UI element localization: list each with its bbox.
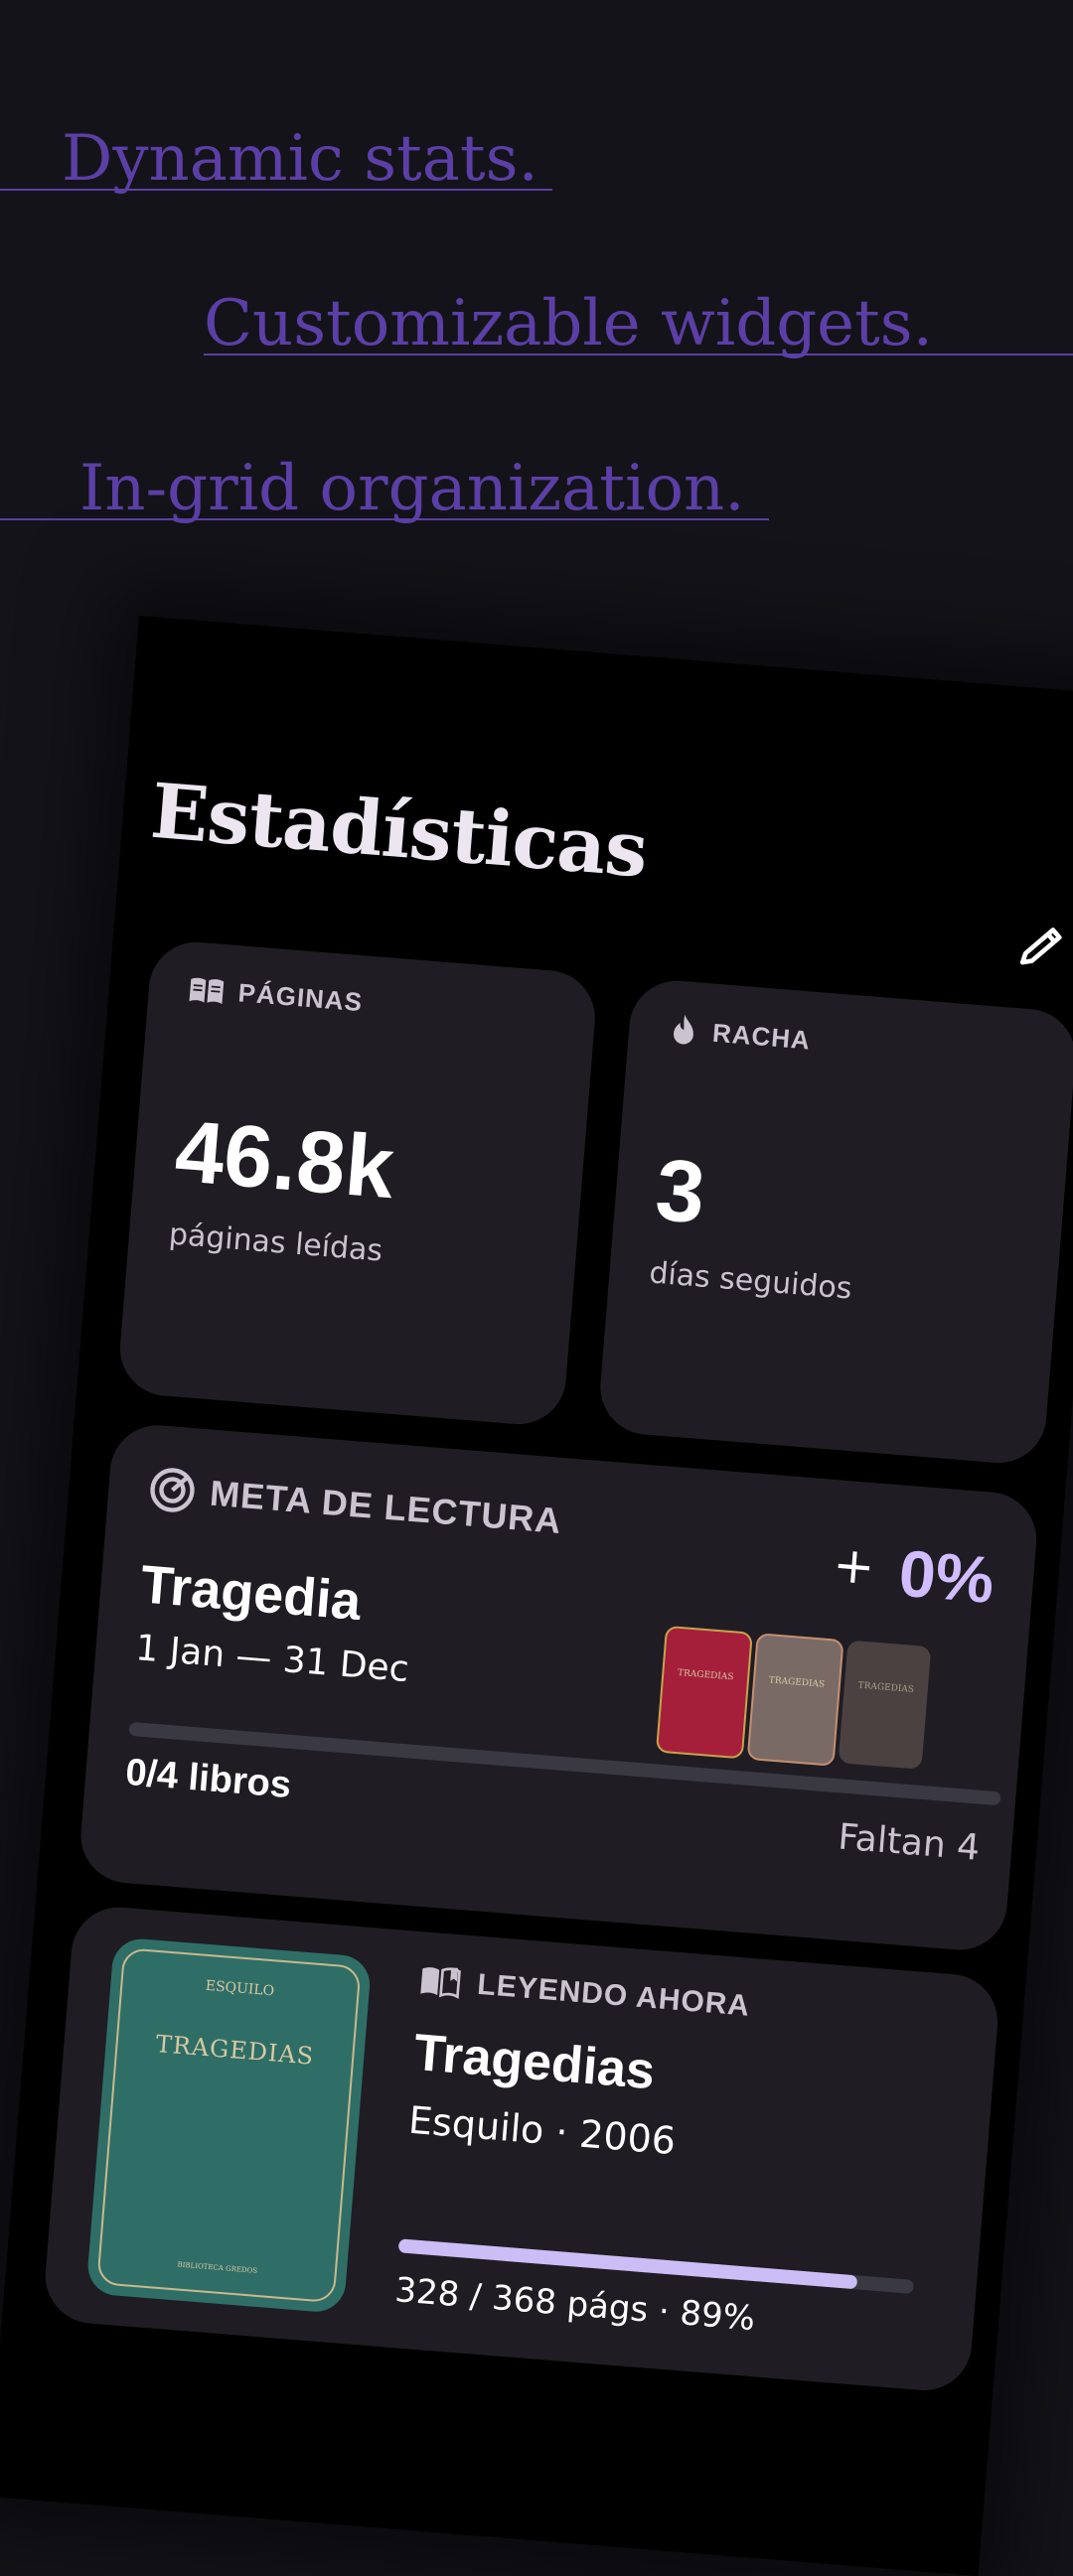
- reading-book-meta: Esquilo · 2006: [406, 2097, 678, 2164]
- streak-caption: días seguidos: [648, 1255, 853, 1307]
- pages-value: 46.8k: [171, 1100, 398, 1217]
- tagline-in-grid-organization: In-grid organization.: [79, 452, 745, 525]
- book-open-icon: [189, 977, 225, 1004]
- pages-label: PÁGINAS: [236, 977, 365, 1018]
- goal-remaining: Faltan 4: [836, 1816, 982, 1869]
- reading-goal-card[interactable]: META DE LECTURA + 0% Tragedia 1 Jan — 31…: [77, 1421, 1040, 1954]
- pages-caption: páginas leídas: [167, 1216, 384, 1269]
- goal-name: Tragedia: [138, 1554, 364, 1632]
- edit-pencil-icon[interactable]: [1012, 916, 1072, 975]
- reading-label: LEYENDO AHORA: [476, 1967, 752, 2023]
- streak-label: RACHA: [711, 1017, 813, 1056]
- book-cover[interactable]: ESQUILO TRAGEDIAS BIBLIOTECA GREDOS: [85, 1936, 373, 2314]
- book-reading-icon: [420, 1967, 461, 2000]
- pages-card[interactable]: PÁGINAS 46.8k páginas leídas: [116, 938, 599, 1428]
- tagline-customizable-widgets: Customizable widgets.: [204, 287, 933, 360]
- tagline-dynamic-stats: Dynamic stats.: [62, 122, 538, 196]
- goal-label: META DE LECTURA: [208, 1472, 563, 1541]
- goal-book-cover: TRAGEDIAS: [655, 1625, 753, 1760]
- reading-book-title: Tragedias: [411, 2023, 658, 2101]
- goal-date-range: 1 Jan — 31 Dec: [133, 1628, 411, 1691]
- streak-card[interactable]: RACHA 3 días seguidos: [596, 977, 1073, 1467]
- goal-book-count: 0/4 libros: [123, 1751, 293, 1806]
- streak-value: 3: [652, 1139, 709, 1242]
- goal-book-cover: TRAGEDIAS: [746, 1633, 844, 1767]
- target-icon: [150, 1468, 195, 1512]
- goal-book-cover: TRAGEDIAS: [838, 1640, 932, 1770]
- goal-percent: 0%: [896, 1535, 997, 1618]
- add-goal-button[interactable]: +: [831, 1535, 876, 1596]
- phone-screen: Estadísticas PÁGINAS 46.8k páginas leída…: [0, 616, 1073, 2576]
- goal-progress-fill: [128, 1721, 130, 1736]
- reading-progress-text: 328 / 368 págs · 89%: [393, 2270, 757, 2340]
- currently-reading-card[interactable]: ESQUILO TRAGEDIAS BIBLIOTECA GREDOS LEYE…: [42, 1904, 1001, 2394]
- page-title: Estadísticas: [147, 766, 651, 895]
- fire-icon: [674, 1014, 693, 1045]
